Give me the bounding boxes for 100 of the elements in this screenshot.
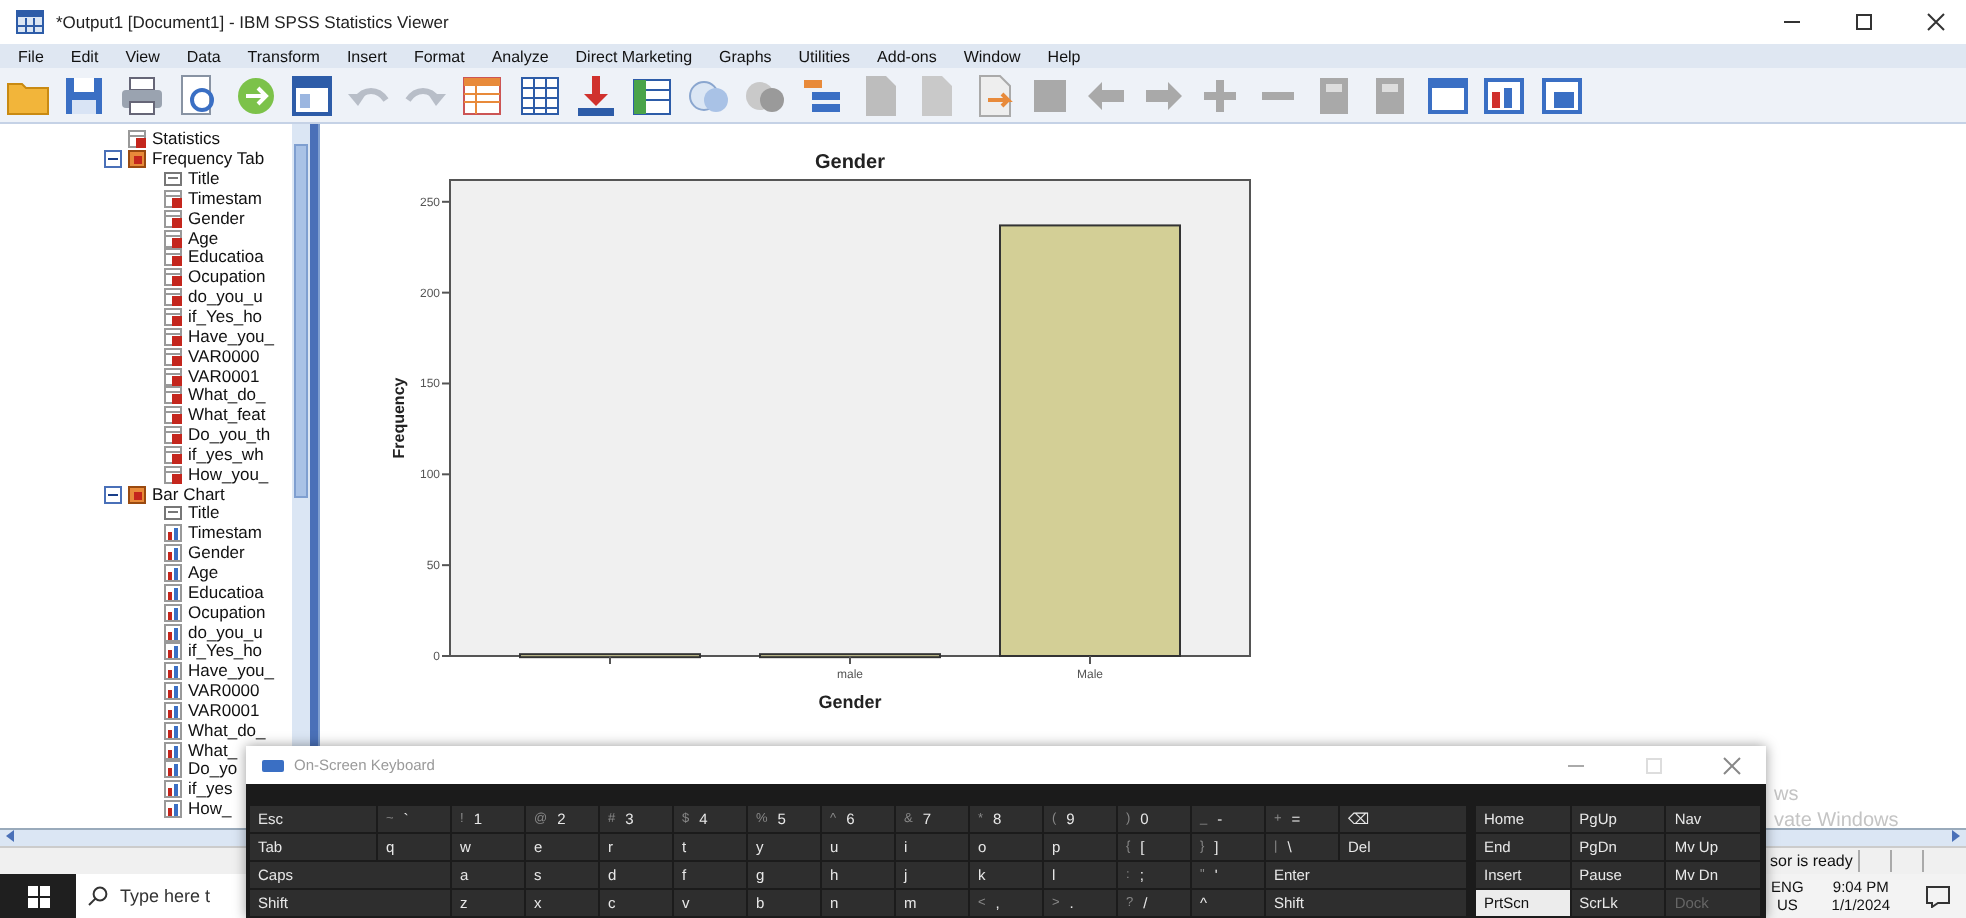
chart-icon	[164, 682, 182, 701]
outline-item[interactable]: Have_you_	[186, 662, 277, 681]
outline-item[interactable]: if_Yes_ho	[186, 308, 265, 327]
outline-item[interactable]: Age	[186, 229, 221, 248]
outline-item[interactable]: What_feat	[186, 406, 268, 425]
outline-item[interactable]: Ocupation	[186, 268, 268, 287]
chart-icon	[164, 800, 182, 819]
menu-item[interactable]: View	[123, 47, 162, 65]
menu-item[interactable]: Graphs	[717, 47, 774, 65]
table-icon	[164, 327, 182, 346]
menu-item[interactable]: Utilities	[796, 47, 853, 65]
outline-item[interactable]: What_do_	[186, 721, 268, 740]
outline-item[interactable]: do_you_u	[186, 288, 265, 307]
outline-item[interactable]: Timestam	[186, 189, 264, 208]
scroll-right-icon[interactable]	[1950, 830, 1960, 842]
table-icon	[164, 229, 182, 248]
table-icon	[164, 367, 182, 386]
outline-item[interactable]: VAR0000	[186, 347, 262, 366]
book-icon	[128, 150, 146, 169]
close-icon[interactable]	[1926, 12, 1946, 32]
chart-icon	[164, 721, 182, 740]
menu-item[interactable]: File	[16, 47, 46, 65]
table-icon	[164, 288, 182, 307]
outline-item[interactable]: Title	[186, 504, 222, 523]
table-icon	[128, 130, 146, 149]
status-text: sor is ready	[1770, 852, 1853, 870]
menu-item[interactable]: Format	[411, 47, 467, 65]
print-icon[interactable]	[117, 71, 166, 119]
table-icon	[164, 406, 182, 425]
chart-icon	[164, 623, 182, 642]
outline-item[interactable]: if_yes	[186, 780, 235, 799]
table-icon[interactable]	[458, 71, 507, 119]
outline-item[interactable]: Educatioa	[186, 248, 266, 267]
menu-item[interactable]: Help	[1045, 47, 1083, 65]
maximize-icon[interactable]	[1854, 12, 1874, 32]
outline-item[interactable]: How_you_	[186, 465, 271, 484]
outline-item[interactable]: if_Yes_ho	[186, 642, 265, 661]
outline-item[interactable]: VAR0001	[186, 367, 262, 386]
chart-icon	[164, 741, 182, 760]
outline-item[interactable]: Bar Chart	[150, 485, 227, 504]
menu-item[interactable]: Window	[961, 47, 1023, 65]
outline-item[interactable]: Timestam	[186, 524, 264, 543]
outline-item[interactable]: Gender	[186, 544, 247, 563]
start-button[interactable]	[0, 874, 76, 918]
outline-item[interactable]: do_you_u	[186, 623, 265, 642]
axis-title: Frequency	[390, 377, 408, 459]
title-icon	[164, 170, 182, 189]
outline-item[interactable]: if_yes_wh	[186, 445, 266, 464]
outline-item[interactable]: VAR0000	[186, 682, 262, 701]
menu-item[interactable]: Insert	[344, 47, 389, 65]
window-title: *Output1 [Document1] - IBM SPSS Statistics Viewer	[56, 12, 449, 32]
outline-item[interactable]: What_	[186, 741, 240, 760]
table-icon	[164, 426, 182, 445]
outline-item[interactable]: Educatioa	[186, 583, 266, 602]
table-icon	[164, 386, 182, 405]
activation-watermark: vate Windows	[1774, 810, 1899, 832]
outline-item[interactable]: Do_you_th	[186, 426, 273, 445]
table-icon	[164, 189, 182, 208]
collapse-button[interactable]	[104, 150, 122, 169]
outline-item[interactable]: Do_yo	[186, 760, 240, 779]
keyboard-icon	[262, 759, 284, 771]
chart-icon	[164, 524, 182, 543]
outline-item[interactable]: Ocupation	[186, 603, 268, 622]
menu-item[interactable]: Add-ons	[875, 47, 939, 65]
outline-item[interactable]: What_do_	[186, 386, 268, 405]
dialog-icon[interactable]	[287, 71, 336, 119]
grid-icon[interactable]	[515, 71, 564, 119]
notification-icon[interactable]	[1926, 885, 1950, 907]
outline-item[interactable]: Have_you_	[186, 327, 277, 346]
outline-item[interactable]: Gender	[186, 209, 247, 228]
book-icon	[128, 485, 146, 504]
table-icon	[164, 465, 182, 484]
menu-item[interactable]: Edit	[68, 47, 101, 65]
chart-icon	[164, 583, 182, 602]
search-icon[interactable]	[88, 886, 108, 906]
activation-watermark: ws	[1774, 784, 1799, 806]
outline-item[interactable]: Age	[186, 563, 221, 582]
chart-icon	[164, 780, 182, 799]
menu-item[interactable]: Analyze	[489, 47, 551, 65]
outline-item[interactable]: How_	[186, 800, 234, 819]
table-icon	[164, 268, 182, 287]
windows-icon[interactable]	[27, 885, 49, 907]
chart-title: Gender	[815, 152, 885, 174]
menu-item[interactable]: Transform	[245, 47, 322, 65]
outline-item[interactable]: Frequency Tab	[150, 150, 267, 169]
chart-icon	[164, 701, 182, 720]
chart-icon	[164, 603, 182, 622]
scroll-left-icon[interactable]	[6, 830, 16, 842]
collapse-button[interactable]	[104, 485, 122, 504]
search-field[interactable]: Type here t	[120, 874, 246, 918]
chart-icon	[164, 662, 182, 681]
outline-item[interactable]: Statistics	[150, 130, 223, 149]
outline-item[interactable]: VAR0001	[186, 701, 262, 720]
title-icon	[164, 504, 182, 523]
menu-item[interactable]: Data	[184, 47, 223, 65]
axis-title: Gender	[818, 692, 882, 712]
chart-icon	[164, 760, 182, 779]
chart-icon	[164, 563, 182, 582]
menu-item[interactable]: Direct Marketing	[573, 47, 695, 65]
outline-item[interactable]: Title	[186, 170, 222, 189]
